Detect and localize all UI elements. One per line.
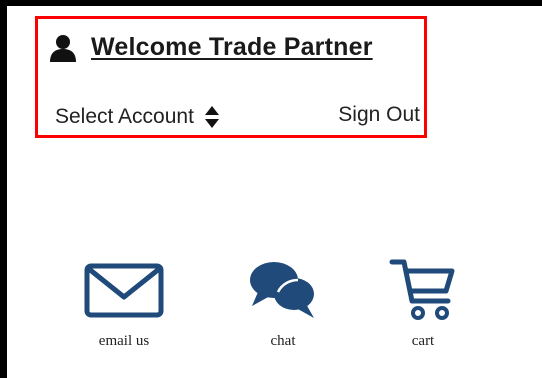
cart-label: cart	[411, 333, 435, 349]
email-us-button[interactable]: email us	[69, 255, 179, 350]
welcome-link[interactable]: Welcome Trade Partner	[91, 33, 373, 62]
chat-button[interactable]: chat	[228, 255, 338, 350]
sign-out-link[interactable]: Sign Out	[338, 103, 420, 127]
account-panel: Welcome Trade Partner Select Account Sig…	[35, 16, 427, 138]
sort-icon	[204, 106, 219, 128]
welcome-row: Welcome Trade Partner	[49, 33, 373, 62]
chat-label: chat	[270, 333, 296, 349]
email-us-label: email us	[98, 333, 150, 349]
shopping-cart-icon	[389, 259, 455, 320]
left-border	[0, 0, 7, 378]
top-border	[0, 0, 542, 6]
user-icon	[50, 34, 76, 62]
envelope-icon	[84, 263, 164, 317]
select-account-dropdown[interactable]: Select Account	[55, 105, 220, 129]
chat-bubbles-icon	[250, 262, 314, 318]
select-account-label: Select Account	[55, 105, 194, 128]
cart-button[interactable]: cart	[368, 255, 478, 350]
